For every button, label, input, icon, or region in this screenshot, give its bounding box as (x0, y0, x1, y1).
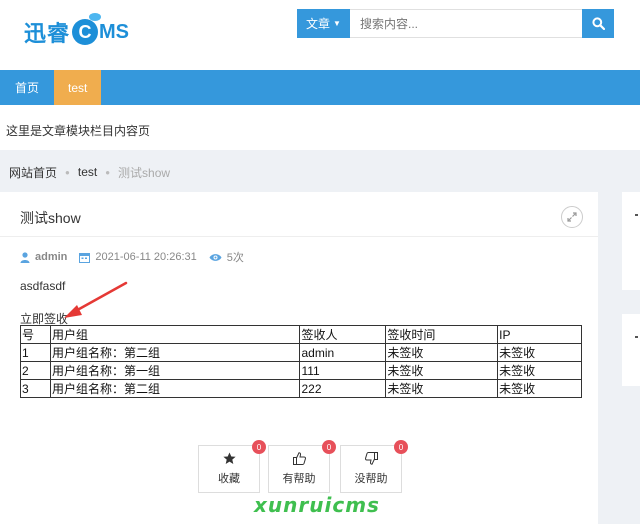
breadcrumb-current: 测试show (118, 165, 171, 180)
column-header: 签收人 (299, 325, 387, 344)
table-cell: 2 (20, 361, 51, 380)
sidebar-marker (635, 214, 638, 216)
table-cell: 用户组名称：第一组 (49, 361, 301, 380)
sign-table: 号 用户组 签收人 签收时间 IP 1 用户组名称：第二组 admin 未签收 … (20, 325, 582, 398)
nav-item-test[interactable]: test (54, 70, 102, 105)
eye-icon (209, 253, 222, 261)
table-cell: 未签收 (497, 379, 582, 398)
main-nav: 首页 test (0, 70, 640, 105)
table-row: 3 用户组名称：第二组 222 未签收 未签收 (20, 379, 582, 398)
article-card: 测试show admin 2021-06-11 20:26:31 5次 asdf… (0, 192, 598, 524)
thumbs-down-icon (364, 452, 378, 465)
table-cell: 111 (299, 361, 387, 380)
breadcrumb-test[interactable]: test (78, 165, 97, 179)
table-cell: 1 (20, 343, 51, 362)
table-cell: 用户组名称：第二组 (49, 379, 301, 398)
table-cell: 3 (20, 379, 51, 398)
breadcrumb: 网站首页 ● test ● 测试show (9, 164, 170, 180)
search-category-dropdown[interactable]: 文章 ▼ (297, 9, 350, 38)
header: 迅睿 C MS 文章 ▼ (0, 0, 640, 70)
table-cell: 未签收 (497, 343, 582, 362)
search-bar: 文章 ▼ (297, 9, 614, 38)
logo-c-mark: C (72, 13, 102, 45)
table-row: 2 用户组名称：第一组 111 未签收 未签收 (20, 361, 582, 380)
article-views: 5次 (226, 252, 244, 264)
expand-icon (567, 212, 577, 222)
not-helpful-label: 没帮助 (354, 473, 388, 485)
table-cell: 未签收 (497, 361, 582, 380)
helpful-button[interactable]: 有帮助 0 (268, 440, 336, 493)
site-logo[interactable]: 迅睿 C MS (24, 12, 129, 52)
favorite-label: 收藏 (218, 473, 240, 485)
nav-item-home[interactable]: 首页 (0, 70, 54, 105)
search-icon (591, 17, 605, 30)
table-cell: 用户组名称：第二组 (49, 343, 301, 362)
breadcrumb-separator: ● (65, 167, 70, 177)
fullscreen-button[interactable] (561, 206, 583, 228)
table-cell: 未签收 (385, 343, 499, 362)
helpful-label: 有帮助 (282, 473, 316, 485)
sidebar-panel (622, 192, 640, 290)
not-helpful-button[interactable]: 没帮助 0 (340, 440, 408, 493)
watermark: xunruicms (254, 493, 380, 517)
column-header: IP (497, 325, 582, 344)
column-header: 签收时间 (385, 325, 499, 344)
table-row: 1 用户组名称：第二组 admin 未签收 未签收 (20, 343, 582, 362)
search-input[interactable] (350, 9, 582, 38)
table-cell: admin (299, 343, 387, 362)
favorite-button[interactable]: 收藏 0 (198, 440, 266, 493)
thumbs-up-icon (292, 452, 306, 465)
table-cell: 222 (299, 379, 387, 398)
sidebar-panel (622, 314, 640, 386)
table-cell: 未签收 (385, 361, 499, 380)
breadcrumb-separator: ● (105, 167, 111, 177)
not-helpful-count-badge: 0 (394, 440, 408, 454)
star-icon (222, 452, 236, 464)
sidebar-marker (635, 336, 638, 338)
annotation-arrow (64, 281, 128, 318)
category-intro: 这里是文章模块栏目内容页 (0, 105, 640, 150)
helpful-count-badge: 0 (322, 440, 336, 454)
breadcrumb-home[interactable]: 网站首页 (9, 164, 57, 181)
favorite-count-badge: 0 (252, 440, 266, 454)
search-button[interactable] (582, 9, 614, 38)
chevron-down-icon: ▼ (333, 19, 341, 28)
table-cell: 未签收 (385, 379, 499, 398)
